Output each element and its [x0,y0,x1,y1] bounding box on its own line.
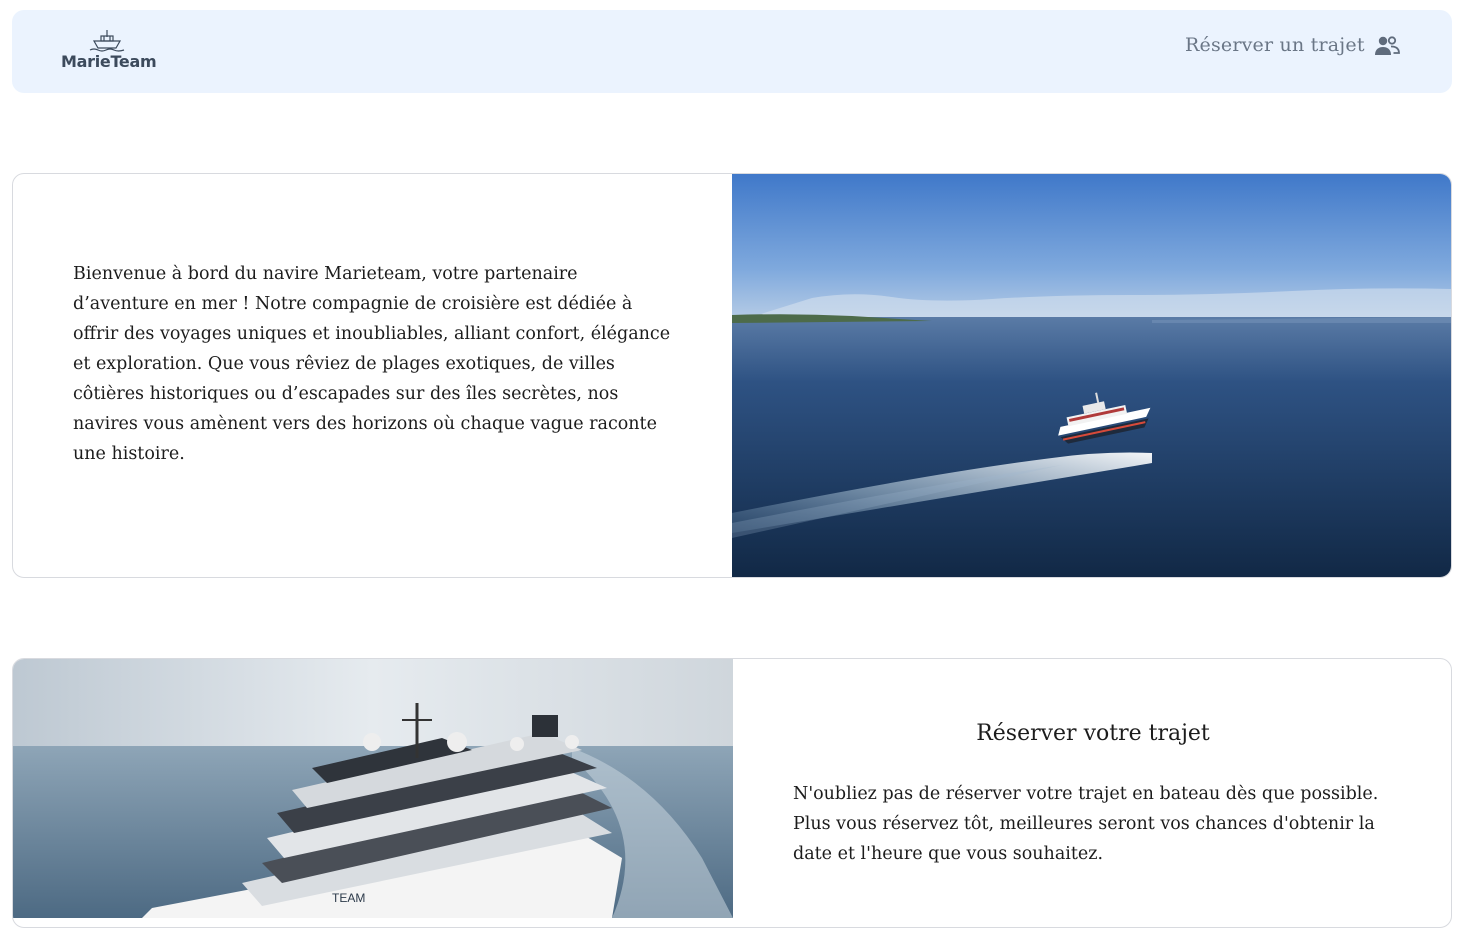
intro-card: Bienvenue à bord du navire Marieteam, vo… [12,173,1452,578]
user-group-icon[interactable] [1373,34,1401,58]
hull-text: TEAM [332,891,365,905]
intro-text: Bienvenue à bord du navire Marieteam, vo… [73,264,671,464]
cruise-ship-photo: TEAM [13,659,733,918]
ship-logo-icon [89,30,125,52]
booking-text: N'oubliez pas de réserver votre trajet e… [793,784,1379,864]
booking-title: Réserver votre trajet [976,721,1210,746]
logo[interactable]: MarieTeam [61,29,157,77]
navbar: MarieTeam Réserver un trajet [12,10,1452,93]
booking-card: TEAM Réserver votre trajet N'oubliez pas… [12,658,1452,928]
ferry-at-sea-photo [732,174,1451,577]
nav-reserve-link[interactable]: Réserver un trajet [1185,34,1365,56]
logo-text: MarieTeam [61,52,157,71]
